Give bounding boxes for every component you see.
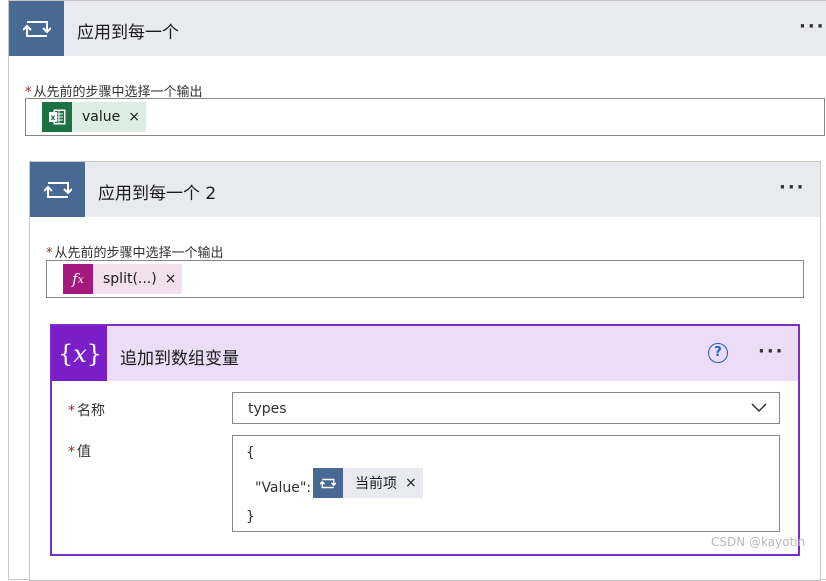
loop-icon — [9, 1, 64, 56]
chevron-down-icon — [751, 403, 767, 413]
loop-icon — [30, 162, 85, 217]
remove-token-button[interactable]: × — [128, 109, 146, 125]
json-open-brace: { — [246, 445, 255, 461]
value-token[interactable]: x value × — [42, 102, 146, 132]
loop-icon — [313, 468, 343, 498]
apply-to-each-2-header[interactable]: 应用到每一个 2 ··· — [30, 162, 820, 217]
append-to-array-variable-card: {x} 追加到数组变量 ? ··· * 名称 types * 值 {"Valu… — [50, 324, 800, 556]
split-expression-token[interactable]: fx split(...) × — [63, 264, 183, 294]
inner-field-label: * 从先前的步骤中选择一个输出 — [46, 242, 224, 261]
variable-icon: {x} — [52, 326, 107, 381]
more-options-button[interactable]: ··· — [799, 16, 826, 37]
name-label: * 名称 — [68, 400, 105, 420]
value-token-text: value — [82, 109, 121, 125]
more-options-button[interactable]: ··· — [779, 177, 806, 198]
fx-icon: fx — [63, 264, 93, 294]
apply-to-each-card: 应用到每一个 ··· * 从先前的步骤中选择一个输出 x value × 应用到… — [8, 0, 826, 581]
apply-to-each-header[interactable]: 应用到每一个 ··· — [9, 1, 826, 56]
outer-output-field[interactable]: x value × — [25, 98, 825, 136]
variable-name-value: types — [248, 401, 287, 417]
required-asterisk: * — [68, 444, 75, 460]
current-item-text: 当前项 — [355, 476, 397, 492]
current-item-token[interactable]: 当前项 × — [313, 468, 423, 498]
svg-text:x: x — [50, 113, 56, 122]
value-label-text: 值 — [77, 444, 91, 460]
value-label: * 值 — [68, 441, 91, 461]
more-options-button[interactable]: ··· — [758, 341, 785, 362]
json-key: "Value": — [255, 480, 312, 496]
excel-icon: x — [42, 102, 72, 132]
variable-name-select[interactable]: types — [232, 392, 780, 424]
watermark: CSDN @kayotin — [711, 535, 806, 549]
remove-token-button[interactable]: × — [165, 271, 183, 287]
apply-to-each-title: 应用到每一个 — [77, 23, 179, 43]
help-icon[interactable]: ? — [708, 343, 728, 363]
svg-text:{x}: {x} — [58, 340, 102, 368]
apply-to-each-2-card: 应用到每一个 2 ··· * 从先前的步骤中选择一个输出 fx split(...… — [29, 161, 821, 581]
append-to-array-variable-header[interactable]: {x} 追加到数组变量 ? ··· — [52, 326, 798, 381]
split-token-text: split(...) — [103, 271, 157, 287]
required-asterisk: * — [46, 246, 53, 261]
remove-token-button[interactable]: × — [405, 475, 423, 491]
name-label-text: 名称 — [77, 403, 105, 419]
apply-to-each-2-title: 应用到每一个 2 — [98, 184, 217, 204]
append-to-array-variable-title: 追加到数组变量 — [120, 349, 239, 369]
json-close-brace: } — [246, 509, 255, 525]
value-editor[interactable]: { "Value": 当前项 × } — [232, 435, 780, 532]
inner-field-label-text: 从先前的步骤中选择一个输出 — [54, 246, 224, 261]
required-asterisk: * — [68, 403, 75, 419]
inner-output-field[interactable]: fx split(...) × — [46, 260, 804, 298]
